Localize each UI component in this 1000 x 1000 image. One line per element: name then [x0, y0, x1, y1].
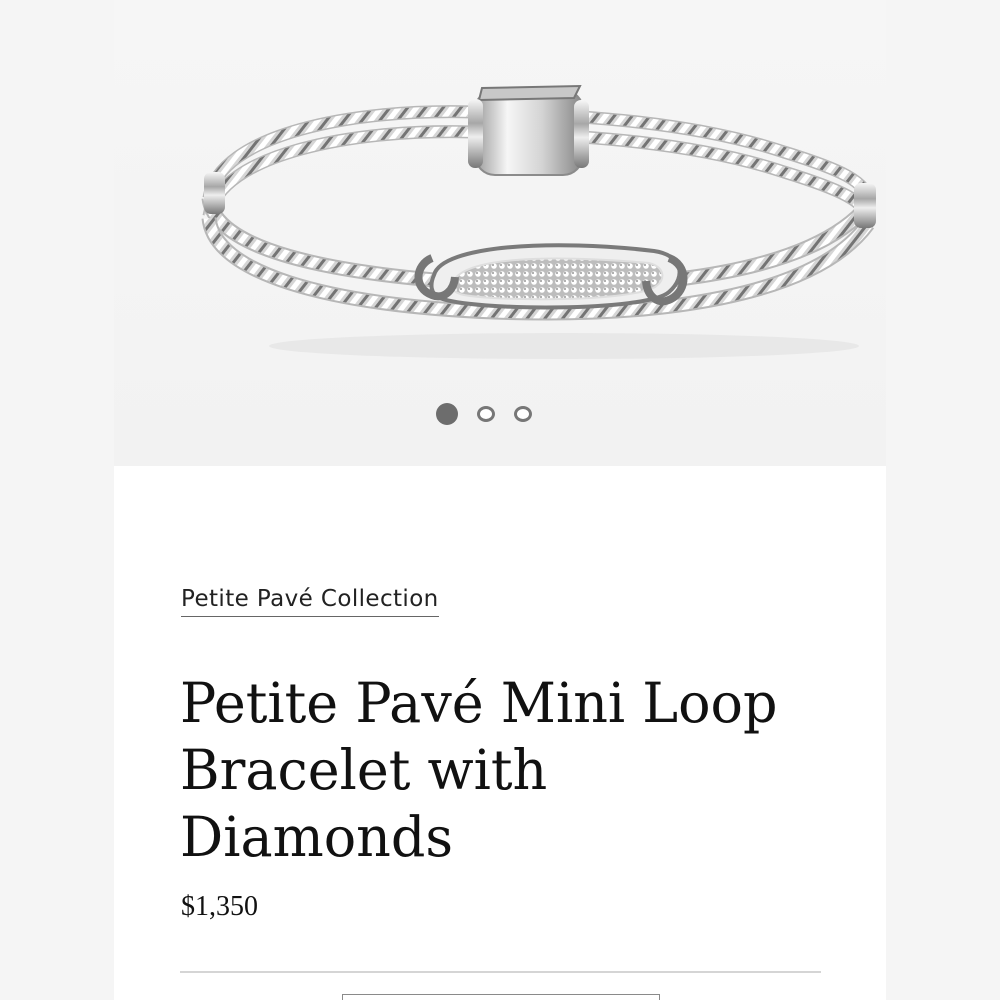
size-select[interactable]: [342, 994, 660, 1000]
product-image-gallery[interactable]: [114, 0, 886, 466]
left-margin: [0, 0, 114, 1000]
product-price: $1,350: [181, 891, 258, 922]
gallery-pagination: [436, 402, 556, 426]
title-line-2: Bracelet with: [180, 738, 548, 802]
gallery-dot-2[interactable]: [477, 406, 495, 422]
gallery-dot-1[interactable]: [436, 403, 458, 425]
title-line-3: Diamonds: [180, 805, 454, 869]
section-divider: [180, 971, 821, 973]
gallery-dot-3[interactable]: [514, 406, 532, 422]
bracelet-product-image[interactable]: [194, 70, 886, 370]
product-column: Petite Pavé Collection Petite Pavé Mini …: [114, 0, 886, 1000]
product-title: Petite Pavé Mini Loop Bracelet with Diam…: [180, 670, 807, 871]
product-page: Petite Pavé Collection Petite Pavé Mini …: [0, 0, 1000, 1000]
right-margin: [886, 0, 1000, 1000]
title-line-1: Petite Pavé Mini Loop: [180, 671, 778, 735]
collection-link[interactable]: Petite Pavé Collection: [181, 586, 439, 617]
